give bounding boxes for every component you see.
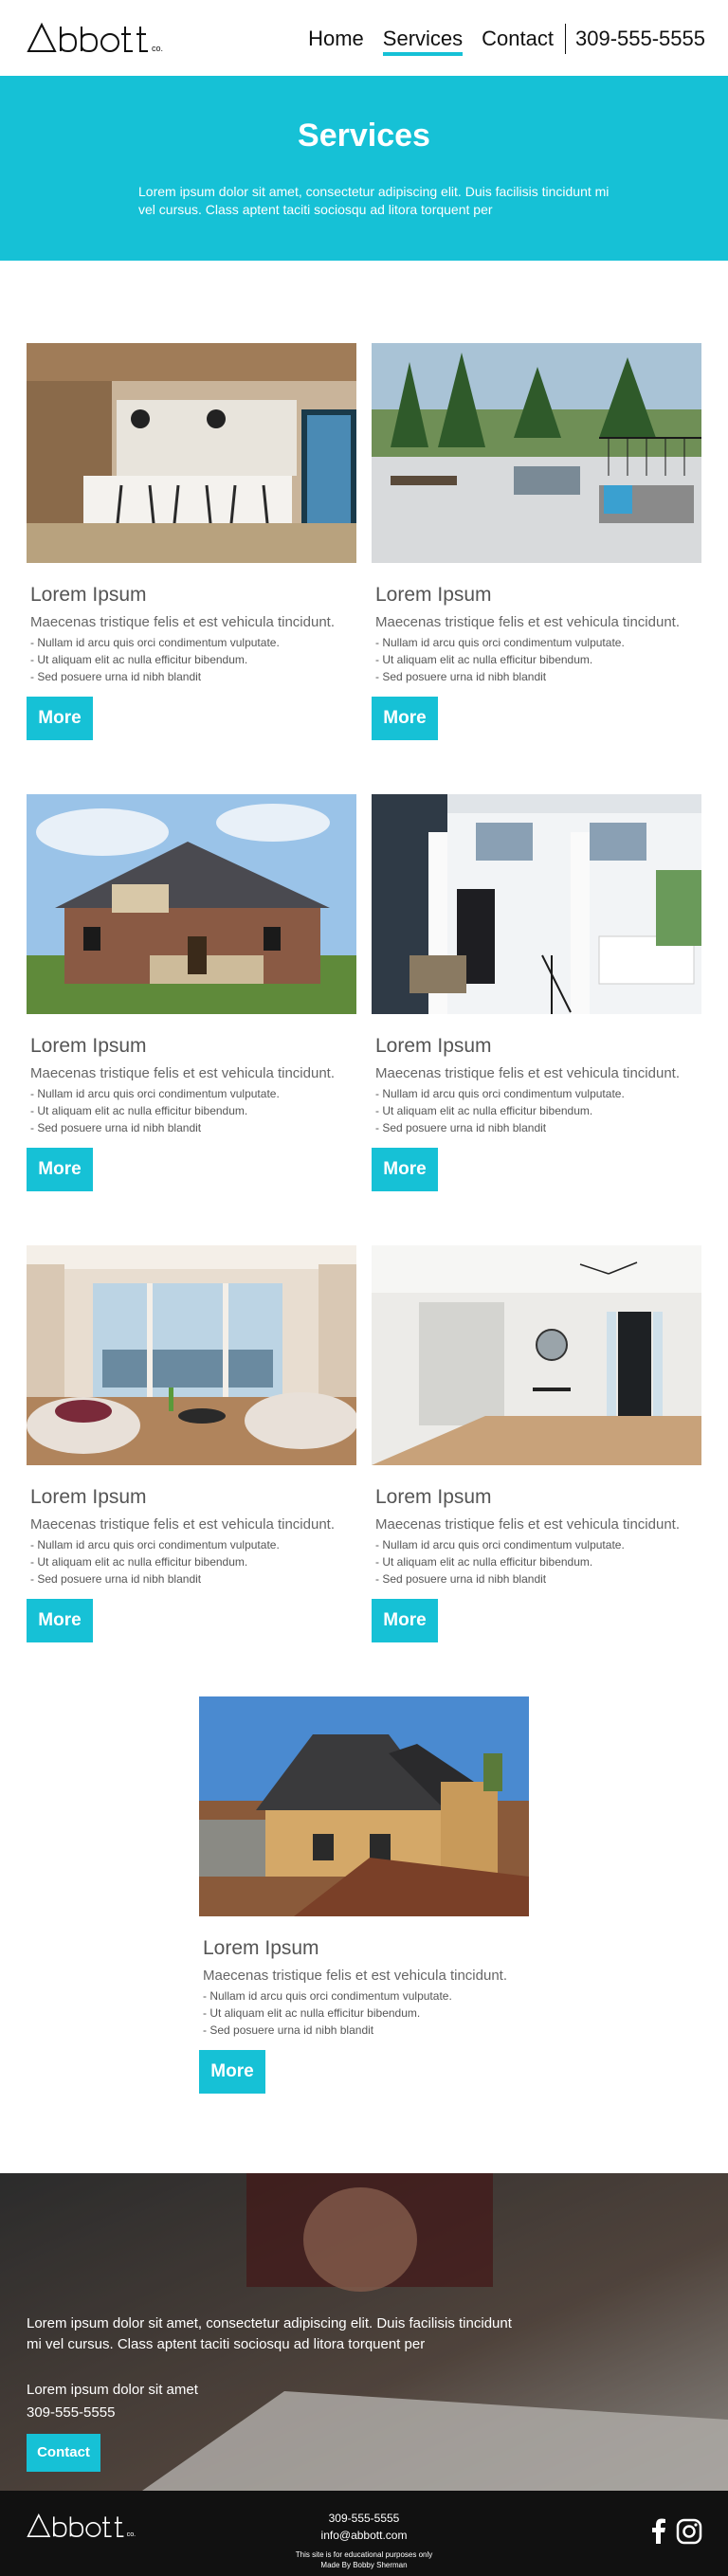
card-bullet: - Ut aliquam elit ac nulla efficitur bib…	[30, 1104, 248, 1117]
more-button[interactable]: More	[372, 697, 438, 740]
card-bullet: - Nullam id arcu quis orci condimentum v…	[203, 1989, 452, 2003]
page-title: Services	[298, 118, 430, 154]
more-button[interactable]: More	[372, 1148, 438, 1191]
service-card: Lorem Ipsum Maecenas tristique felis et …	[372, 343, 701, 740]
card-bullets: - Nullam id arcu quis orci condimentum v…	[30, 1085, 356, 1136]
construction-photo	[199, 1696, 529, 1916]
card-bullets: - Nullam id arcu quis orci condimentum v…	[375, 1536, 701, 1587]
contact-promo: Lorem ipsum dolor sit amet, consectetur …	[0, 2173, 728, 2491]
card-subtitle: Maecenas tristique felis et est vehicula…	[375, 1065, 680, 1081]
svg-text:co.: co.	[152, 44, 163, 53]
instagram-icon[interactable]	[675, 2517, 703, 2546]
footer-credit: Made By Bobby Sherman	[320, 2561, 408, 2569]
card-bullet: - Nullam id arcu quis orci condimentum v…	[375, 1538, 625, 1551]
footer-contact: 309-555-5555 info@abbott.com This site i…	[269, 2510, 459, 2570]
card-bullets: - Nullam id arcu quis orci condimentum v…	[375, 634, 701, 685]
card-bullet: - Sed posuere urna id nibh blandit	[30, 670, 202, 683]
card-bullet: - Sed posuere urna id nibh blandit	[30, 1121, 202, 1134]
promo-phone[interactable]: 309-555-5555	[27, 2404, 115, 2421]
nav-home[interactable]: Home	[308, 27, 364, 51]
living-room-photo	[27, 1245, 356, 1465]
card-subtitle: Maecenas tristique felis et est vehicula…	[30, 1516, 335, 1533]
service-card: Lorem Ipsum Maecenas tristique felis et …	[27, 1245, 356, 1642]
card-bullets: - Nullam id arcu quis orci condimentum v…	[203, 1987, 529, 2039]
card-bullets: - Nullam id arcu quis orci condimentum v…	[30, 634, 356, 685]
porch-photo	[372, 794, 701, 1014]
house-photo	[27, 794, 356, 1014]
card-title: Lorem Ipsum	[30, 1035, 147, 1057]
card-bullet: - Nullam id arcu quis orci condimentum v…	[30, 1087, 280, 1100]
more-button[interactable]: More	[27, 1148, 93, 1191]
svg-text:co.: co.	[127, 2530, 136, 2538]
footer-email[interactable]: info@abbott.com	[269, 2527, 459, 2544]
service-card: Lorem Ipsum Maecenas tristique felis et …	[372, 794, 701, 1191]
card-bullets: - Nullam id arcu quis orci condimentum v…	[375, 1085, 701, 1136]
facebook-icon[interactable]	[645, 2517, 673, 2546]
card-bullet: - Sed posuere urna id nibh blandit	[375, 1121, 547, 1134]
service-card: Lorem Ipsum Maecenas tristique felis et …	[372, 1245, 701, 1642]
entryway-photo	[372, 1245, 701, 1465]
card-bullet: - Sed posuere urna id nibh blandit	[375, 1572, 547, 1586]
more-button[interactable]: More	[199, 2050, 265, 2094]
main-nav: Home Services Contact 309-555-5555	[289, 24, 705, 56]
hero-banner: Services Lorem ipsum dolor sit amet, con…	[0, 76, 728, 261]
more-button[interactable]: More	[27, 1599, 93, 1642]
nav-services[interactable]: Services	[382, 27, 464, 56]
card-bullet: - Ut aliquam elit ac nulla efficitur bib…	[203, 2006, 421, 2020]
hero-text: Lorem ipsum dolor sit amet, consectetur …	[138, 184, 610, 217]
card-bullet: - Nullam id arcu quis orci condimentum v…	[30, 636, 280, 649]
card-subtitle: Maecenas tristique felis et est vehicula…	[30, 1065, 335, 1081]
card-subtitle: Maecenas tristique felis et est vehicula…	[30, 614, 335, 630]
more-button[interactable]: More	[27, 697, 93, 740]
kitchen-photo	[27, 343, 356, 563]
nav-contact[interactable]: Contact	[482, 27, 554, 51]
card-bullet: - Ut aliquam elit ac nulla efficitur bib…	[375, 1555, 593, 1569]
card-bullet: - Sed posuere urna id nibh blandit	[30, 1572, 202, 1586]
service-card: Lorem Ipsum Maecenas tristique felis et …	[27, 343, 356, 740]
promo-text: Lorem ipsum dolor sit amet, consectetur …	[27, 2315, 512, 2352]
card-title: Lorem Ipsum	[30, 584, 147, 606]
card-bullet: - Nullam id arcu quis orci condimentum v…	[375, 636, 625, 649]
footer-phone[interactable]: 309-555-5555	[269, 2510, 459, 2527]
card-title: Lorem Ipsum	[375, 1035, 492, 1057]
abbott-logo[interactable]: co.	[27, 19, 169, 57]
card-bullet: - Sed posuere urna id nibh blandit	[375, 670, 547, 683]
card-subtitle: Maecenas tristique felis et est vehicula…	[375, 614, 680, 630]
header-phone[interactable]: 309-555-5555	[575, 27, 705, 51]
card-title: Lorem Ipsum	[375, 584, 492, 606]
more-button[interactable]: More	[372, 1599, 438, 1642]
card-bullet: - Ut aliquam elit ac nulla efficitur bib…	[375, 653, 593, 666]
card-bullet: - Ut aliquam elit ac nulla efficitur bib…	[30, 1555, 248, 1569]
card-subtitle: Maecenas tristique felis et est vehicula…	[375, 1516, 680, 1533]
service-card: Lorem Ipsum Maecenas tristique felis et …	[199, 1696, 529, 2094]
card-bullet: - Ut aliquam elit ac nulla efficitur bib…	[30, 653, 248, 666]
card-title: Lorem Ipsum	[30, 1486, 147, 1508]
card-title: Lorem Ipsum	[375, 1486, 492, 1508]
card-title: Lorem Ipsum	[203, 1937, 319, 1959]
card-bullet: - Nullam id arcu quis orci condimentum v…	[375, 1087, 625, 1100]
card-bullets: - Nullam id arcu quis orci condimentum v…	[30, 1536, 356, 1587]
promo-tagline: Lorem ipsum dolor sit amet	[27, 2382, 198, 2398]
nav-divider	[564, 24, 566, 54]
contact-button[interactable]: Contact	[27, 2434, 100, 2472]
service-card: Lorem Ipsum Maecenas tristique felis et …	[27, 794, 356, 1191]
footer-note: This site is for educational purposes on…	[269, 2549, 459, 2570]
site-footer: co. 309-555-5555 info@abbott.com This si…	[0, 2491, 728, 2576]
card-bullet: - Ut aliquam elit ac nulla efficitur bib…	[375, 1104, 593, 1117]
footer-abbott-logo[interactable]: co.	[27, 2510, 140, 2542]
card-bullet: - Nullam id arcu quis orci condimentum v…	[30, 1538, 280, 1551]
site-header: co. Home Services Contact 309-555-5555	[0, 0, 728, 76]
card-subtitle: Maecenas tristique felis et est vehicula…	[203, 1968, 507, 1984]
footer-disclaimer: This site is for educational purposes on…	[295, 2550, 433, 2559]
card-bullet: - Sed posuere urna id nibh blandit	[203, 2023, 374, 2037]
deck-photo	[372, 343, 701, 563]
